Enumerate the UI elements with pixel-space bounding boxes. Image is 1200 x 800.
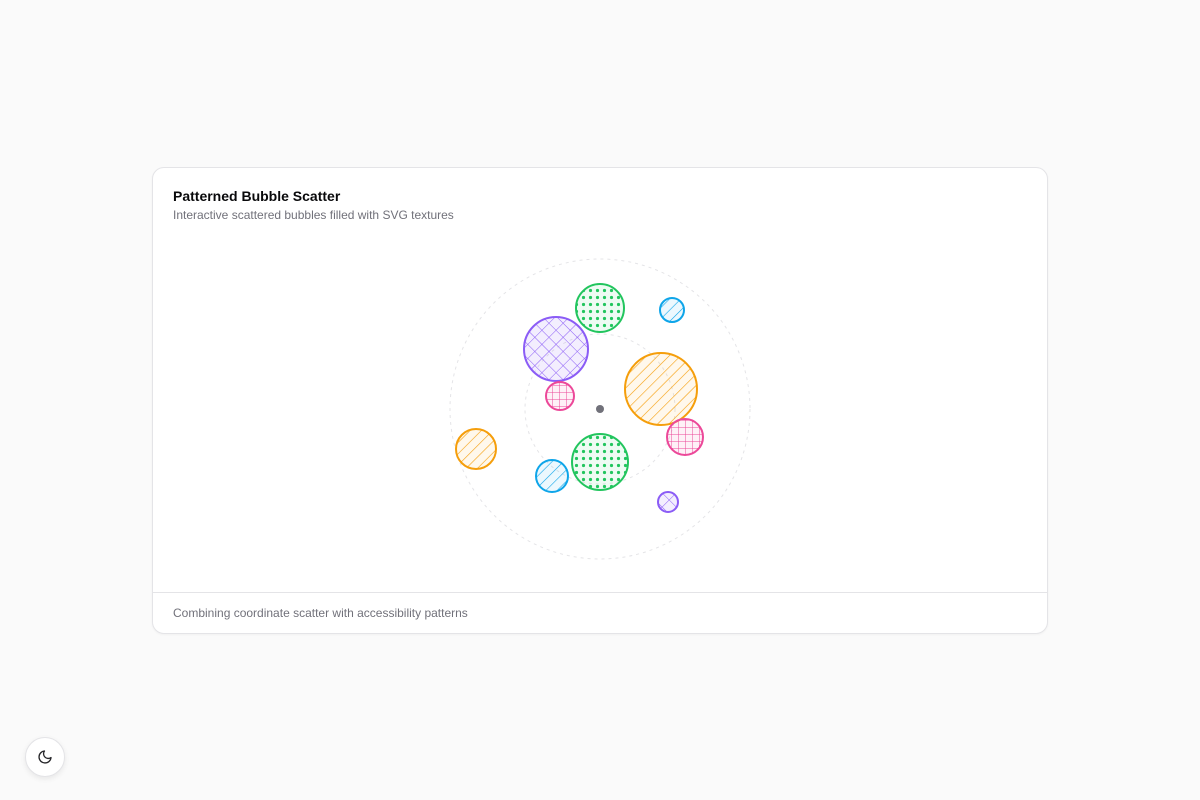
bubble-blue-diagonal[interactable] (659, 297, 685, 323)
center-point (596, 405, 604, 413)
bubble-green-dots[interactable] (571, 433, 629, 491)
bubble-purple-crosshatch[interactable] (657, 491, 679, 513)
chart-area (153, 238, 1047, 592)
bubble-pink-grid[interactable] (666, 418, 704, 456)
chart-card: Patterned Bubble Scatter Interactive sca… (152, 167, 1048, 634)
footer-caption: Combining coordinate scatter with access… (173, 606, 468, 620)
bubble-scatter-chart (449, 258, 751, 560)
bubble-orange-diagonal[interactable] (624, 352, 698, 426)
bubble-blue-diagonal[interactable] (535, 459, 569, 493)
chart-subtitle: Interactive scattered bubbles filled wit… (173, 208, 454, 222)
bubble-green-dots[interactable] (575, 283, 625, 333)
theme-toggle-button[interactable] (25, 737, 65, 777)
card-header: Patterned Bubble Scatter Interactive sca… (173, 187, 1027, 223)
bubble-purple-crosshatch[interactable] (523, 316, 589, 382)
chart-title: Patterned Bubble Scatter (173, 188, 341, 204)
bubble-orange-diagonal[interactable] (455, 428, 497, 470)
moon-icon (38, 750, 52, 764)
bubble-pink-grid[interactable] (545, 381, 575, 411)
card-footer: Combining coordinate scatter with access… (153, 592, 1047, 633)
